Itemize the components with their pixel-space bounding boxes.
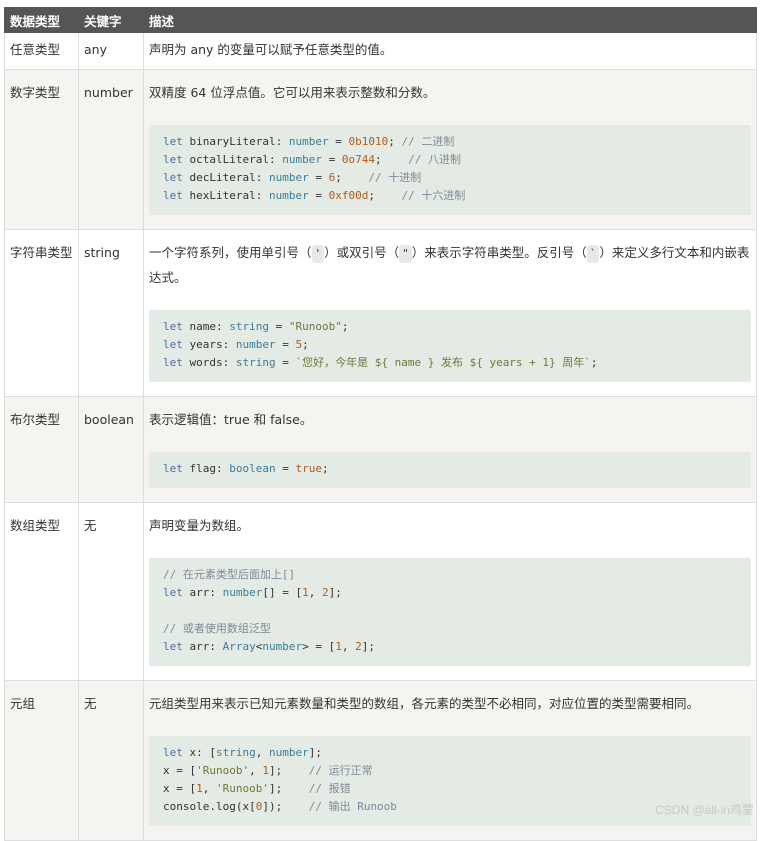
- description-text: 声明为 any 的变量可以赋予任意类型的值。: [149, 42, 392, 57]
- code-line: let binaryLiteral: number = 0b1010; // 二…: [163, 133, 737, 151]
- keyword-cell: any: [79, 33, 144, 70]
- table-row: 数字类型 number 双精度 64 位浮点值。它可以用来表示整数和分数。 le…: [5, 70, 757, 230]
- description-cell: 双精度 64 位浮点值。它可以用来表示整数和分数。 let binaryLite…: [144, 70, 757, 230]
- type-cell: 数字类型: [5, 70, 79, 230]
- code-block: let name: string = "Runoob";let years: n…: [149, 310, 751, 382]
- description-text: 双精度 64 位浮点值。它可以用来表示整数和分数。: [149, 80, 751, 105]
- code-line: // 在元素类型后面加上[]: [163, 566, 737, 584]
- inline-code-double-quote: ": [399, 245, 412, 263]
- code-line: let name: string = "Runoob";: [163, 318, 737, 336]
- code-line: [163, 602, 737, 620]
- table-row: 任意类型 any 声明为 any 的变量可以赋予任意类型的值。: [5, 33, 757, 70]
- code-line: let arr: number[] = [1, 2];: [163, 584, 737, 602]
- description-text: 表示逻辑值：true 和 false。: [149, 407, 751, 432]
- inline-code-single-quote: ': [312, 245, 325, 263]
- code-block: let flag: boolean = true;: [149, 452, 751, 488]
- code-line: let flag: boolean = true;: [163, 460, 737, 478]
- description-cell: 声明为 any 的变量可以赋予任意类型的值。: [144, 33, 757, 70]
- code-line: x = [1, 'Runoob']; // 报错: [163, 780, 737, 798]
- keyword-cell: 无: [79, 681, 144, 841]
- description-cell: 声明变量为数组。 // 在元素类型后面加上[]let arr: number[]…: [144, 503, 757, 681]
- code-line: let hexLiteral: number = 0xf00d; // 十六进制: [163, 187, 737, 205]
- keyword-cell: 无: [79, 503, 144, 681]
- csdn-watermark: CSDN @all-in鸡蒙: [655, 801, 754, 818]
- table-row: 元组 无 元组类型用来表示已知元素数量和类型的数组，各元素的类型不必相同，对应位…: [5, 681, 757, 841]
- code-line: let years: number = 5;: [163, 336, 737, 354]
- table-header-row: 数据类型 关键字 描述: [5, 8, 757, 33]
- code-line: let arr: Array<number> = [1, 2];: [163, 638, 737, 656]
- table-row: 字符串类型 string 一个字符系列，使用单引号（'）或双引号（"）来表示字符…: [5, 230, 757, 397]
- code-line: x = ['Runoob', 1]; // 运行正常: [163, 762, 737, 780]
- header-keyword: 关键字: [79, 8, 144, 33]
- header-data-type: 数据类型: [5, 8, 79, 33]
- code-line: let decLiteral: number = 6; // 十进制: [163, 169, 737, 187]
- code-line: let words: string = `您好，今年是 ${ name } 发布…: [163, 354, 737, 372]
- keyword-cell: string: [79, 230, 144, 397]
- header-description: 描述: [144, 8, 757, 33]
- keyword-cell: number: [79, 70, 144, 230]
- inline-code-backtick: `: [587, 245, 600, 263]
- type-cell: 字符串类型: [5, 230, 79, 397]
- data-types-table-wrapper: 数据类型 关键字 描述 任意类型 any 声明为 any 的变量可以赋予任意类型…: [4, 7, 756, 841]
- code-line: let octalLiteral: number = 0o744; // 八进制: [163, 151, 737, 169]
- table-row: 数组类型 无 声明变量为数组。 // 在元素类型后面加上[]let arr: n…: [5, 503, 757, 681]
- description-text: 一个字符系列，使用单引号（'）或双引号（"）来表示字符串类型。反引号（`）来定义…: [149, 240, 751, 290]
- type-cell: 布尔类型: [5, 397, 79, 503]
- code-block: // 在元素类型后面加上[]let arr: number[] = [1, 2]…: [149, 558, 751, 666]
- description-cell: 一个字符系列，使用单引号（'）或双引号（"）来表示字符串类型。反引号（`）来定义…: [144, 230, 757, 397]
- code-line: let x: [string, number];: [163, 744, 737, 762]
- type-cell: 数组类型: [5, 503, 79, 681]
- description-text: 元组类型用来表示已知元素数量和类型的数组，各元素的类型不必相同，对应位置的类型需…: [149, 691, 751, 716]
- description-text: 声明变量为数组。: [149, 513, 751, 538]
- table-row: 布尔类型 boolean 表示逻辑值：true 和 false。 let fla…: [5, 397, 757, 503]
- code-block: let binaryLiteral: number = 0b1010; // 二…: [149, 125, 751, 215]
- type-cell: 元组: [5, 681, 79, 841]
- keyword-cell: boolean: [79, 397, 144, 503]
- type-cell: 任意类型: [5, 33, 79, 70]
- description-cell: 表示逻辑值：true 和 false。 let flag: boolean = …: [144, 397, 757, 503]
- code-line: // 或者使用数组泛型: [163, 620, 737, 638]
- code-line: console.log(x[0]); // 输出 Runoob: [163, 798, 737, 816]
- data-types-table: 数据类型 关键字 描述 任意类型 any 声明为 any 的变量可以赋予任意类型…: [4, 7, 757, 841]
